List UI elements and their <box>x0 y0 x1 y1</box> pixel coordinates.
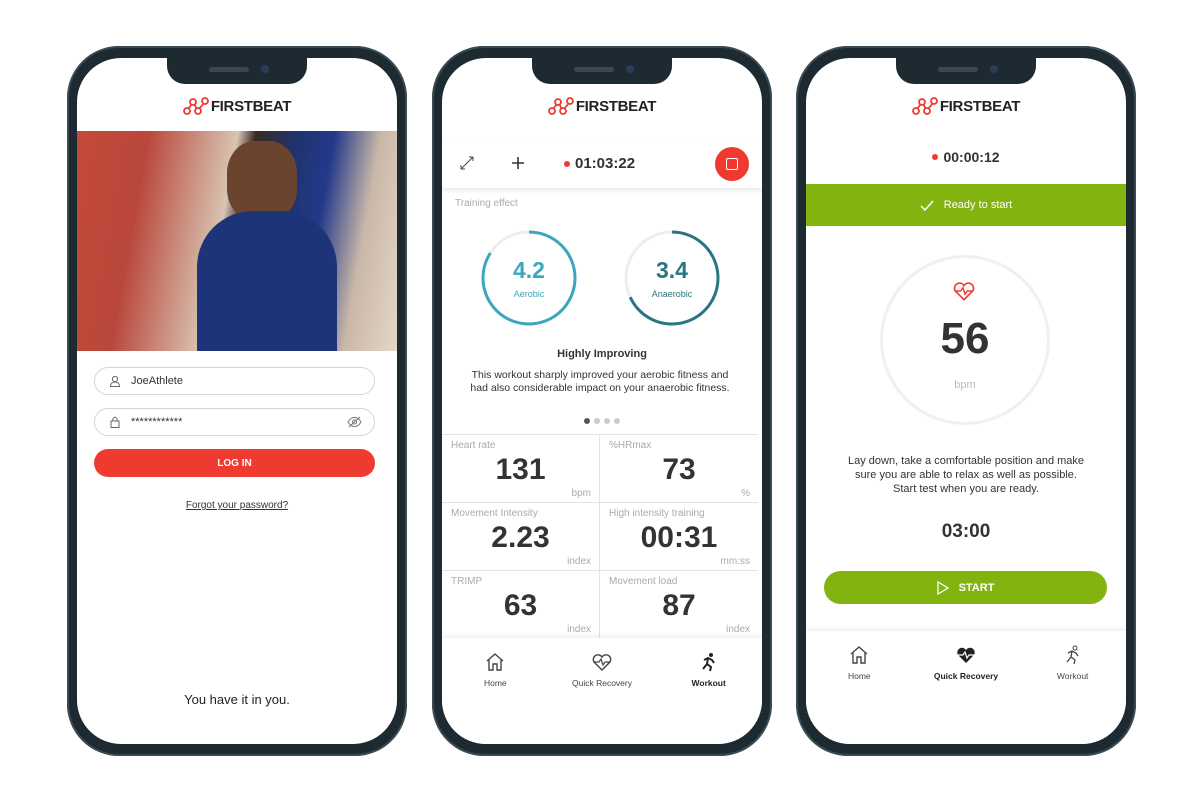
page-dot[interactable] <box>584 418 590 424</box>
countdown: 03:00 <box>941 521 991 542</box>
home-icon <box>850 646 868 664</box>
bottom-nav: Home Quick Recovery Workout <box>806 631 1126 744</box>
metric-label: %HRmax <box>609 440 652 451</box>
metric-unit: bpm <box>571 488 591 499</box>
effect-description: This workout sharply improved your aerob… <box>470 369 730 394</box>
metric-label: Movement Intensity <box>451 508 538 519</box>
metric-unit: index <box>567 624 591 635</box>
metric-label: High intensity training <box>609 508 705 519</box>
page-dot[interactable] <box>604 418 610 424</box>
nav-quick-recovery[interactable]: Quick Recovery <box>913 631 1020 744</box>
nav-workout[interactable]: Workout <box>655 638 762 744</box>
page-dots[interactable] <box>442 418 762 424</box>
metric-value: 87 <box>662 589 696 622</box>
password-input[interactable]: ************ <box>94 408 375 436</box>
metric-value: 00:31 <box>640 521 718 554</box>
workout-timer: 01:03:22 <box>575 155 636 172</box>
notch <box>167 58 307 84</box>
page-dot[interactable] <box>614 418 620 424</box>
effect-title: Highly Improving <box>557 348 647 360</box>
hero-photo <box>77 131 397 351</box>
metric-label: Heart rate <box>451 440 496 451</box>
expand-icon[interactable] <box>460 156 474 170</box>
login-screen: FIRSTBEAT JoeAthlete ************ LOG IN… <box>77 58 397 744</box>
metric-label: TRIMP <box>451 576 483 587</box>
metric-cell: %HRmax 73% <box>600 434 758 502</box>
heart-pulse-icon <box>953 282 975 301</box>
recording-dot <box>564 160 570 167</box>
metric-value: 73 <box>662 453 696 486</box>
metric-unit: index <box>567 556 591 567</box>
anaerobic-value: 3.4 <box>656 257 688 283</box>
home-icon <box>486 653 504 671</box>
metric-unit: index <box>726 624 750 635</box>
metric-unit: % <box>741 488 750 499</box>
lock-icon <box>110 416 120 428</box>
metrics-grid: Heart rate 131 bpm %HRmax 73% Movement Intens… <box>442 434 758 638</box>
metric-label: Movement load <box>609 576 678 587</box>
metric-cell: Heart rate 131 bpm <box>442 434 600 502</box>
status-banner: Ready to start <box>806 184 1126 226</box>
start-button[interactable]: START <box>824 571 1107 604</box>
metric-unit: mm:ss <box>720 556 750 567</box>
heart-pulse-icon <box>957 647 975 663</box>
recording-dot <box>932 154 939 160</box>
plus-icon[interactable] <box>511 156 525 170</box>
tagline: You have it in you. <box>184 692 290 707</box>
workout-screen: FIRSTBEAT 01:03:22 Training effect 4.2 A… <box>442 58 762 744</box>
metric-value: 131 <box>495 453 546 486</box>
page-dot[interactable] <box>594 418 600 424</box>
stop-icon <box>726 158 738 170</box>
metric-value: 2.23 <box>491 521 550 554</box>
workout-toolbar: 01:03:22 <box>442 138 762 188</box>
nav-quick-recovery[interactable]: Quick Recovery <box>549 638 656 744</box>
heart-pulse-icon <box>592 654 612 671</box>
notch <box>896 58 1036 84</box>
aerobic-value: 4.2 <box>513 257 545 283</box>
eye-off-icon[interactable] <box>347 416 362 428</box>
nav-home[interactable]: Home <box>442 638 549 744</box>
metric-cell: Movement Intensity 2.23 index <box>442 502 600 570</box>
nav-home[interactable]: Home <box>806 631 913 744</box>
login-button[interactable]: LOG IN <box>94 449 375 477</box>
anaerobic-label: Anaerobic <box>651 289 693 299</box>
phone-workout: FIRSTBEAT 01:03:22 Training effect 4.2 A… <box>432 46 772 756</box>
running-icon <box>1066 645 1079 665</box>
instructions: Lay down, take a comfortable position an… <box>847 455 1085 495</box>
check-icon <box>920 200 934 211</box>
metric-cell: Movement load 87 index <box>600 570 758 638</box>
username-input[interactable]: JoeAthlete <box>94 367 375 395</box>
aerobic-label: Aerobic <box>513 289 545 299</box>
phone-login: FIRSTBEAT JoeAthlete ************ LOG IN… <box>67 46 407 756</box>
firstbeat-logo: FIRSTBEAT <box>806 96 1126 116</box>
bottom-nav: Home Quick Recovery Workout <box>442 638 762 744</box>
training-effect-label: Training effect <box>455 198 518 209</box>
phone-quick-recovery: FIRSTBEAT 00:00:12 Ready to start 56 bpm… <box>796 46 1136 756</box>
heart-rate-unit: bpm <box>954 379 976 391</box>
firstbeat-logo: FIRSTBEAT <box>442 96 762 116</box>
running-icon <box>701 653 715 672</box>
forgot-password-link[interactable]: Forgot your password? <box>77 500 397 511</box>
metric-value: 63 <box>503 589 538 622</box>
heart-rate-value: 56 <box>940 314 990 363</box>
recovery-timer: 00:00:12 <box>943 149 1000 165</box>
metric-cell: TRIMP 63 index <box>442 570 600 638</box>
firstbeat-logo: FIRSTBEAT <box>77 96 397 116</box>
user-icon <box>109 375 121 387</box>
recovery-screen: FIRSTBEAT 00:00:12 Ready to start 56 bpm… <box>806 58 1126 744</box>
metric-cell: High intensity training 00:31 mm:ss <box>600 502 758 570</box>
notch <box>532 58 672 84</box>
play-icon <box>936 580 949 595</box>
nav-workout[interactable]: Workout <box>1019 631 1126 744</box>
stop-button[interactable] <box>715 147 749 181</box>
